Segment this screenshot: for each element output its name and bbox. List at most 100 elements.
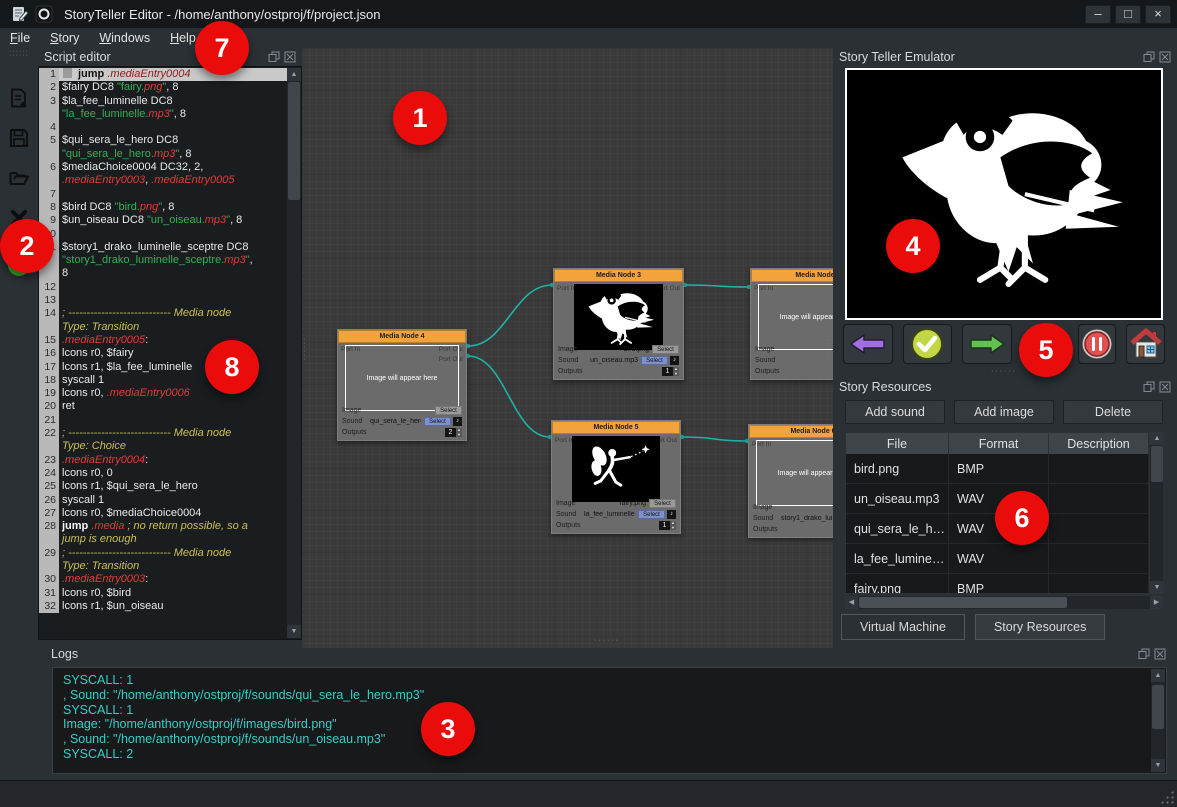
table-horizontal-scrollbar[interactable]: ◀ ▶ xyxy=(845,596,1163,609)
pause-button[interactable] xyxy=(1078,324,1117,364)
tab-virtual-machine[interactable]: Virtual Machine xyxy=(841,614,965,640)
close-panel-icon[interactable] xyxy=(1159,381,1171,393)
maximize-button[interactable]: □ xyxy=(1115,5,1141,24)
code-line[interactable]: 28jump .media ; no return possible, so a xyxy=(39,520,287,533)
code-line[interactable]: 29; ---------------------------- Media n… xyxy=(39,547,287,560)
titlebar[interactable]: StoryTeller Editor - /home/anthony/ostpr… xyxy=(0,0,1177,28)
table-row[interactable]: bird.pngBMP xyxy=(846,454,1149,484)
code-line[interactable]: 6$mediaChoice0004 DC32, 2, xyxy=(39,161,287,174)
scroll-up-icon[interactable]: ▲ xyxy=(1150,432,1164,445)
close-button[interactable]: × xyxy=(1145,5,1171,24)
code-line[interactable]: 8$bird DC8 "bird.png", 8 xyxy=(39,201,287,214)
code-line[interactable]: Type: Transition xyxy=(39,321,287,334)
code-line[interactable]: 27lcons r0, $mediaChoice0004 xyxy=(39,507,287,520)
code-line[interactable]: "story1_drako_luminelle_sceptre.mp3", xyxy=(39,254,287,267)
code-line[interactable]: 14; ---------------------------- Media n… xyxy=(39,307,287,320)
splitter-handle[interactable]: ······ xyxy=(991,370,1017,374)
code-line[interactable]: 30.mediaEntry0003: xyxy=(39,573,287,586)
code-line[interactable]: 23.mediaEntry0004: xyxy=(39,454,287,467)
select-image-button[interactable]: Select xyxy=(435,406,462,415)
tab-story-resources[interactable]: Story Resources xyxy=(975,614,1105,640)
column-header-file[interactable]: File xyxy=(846,433,949,454)
scroll-down-icon[interactable]: ▼ xyxy=(1151,759,1165,772)
code-line[interactable]: 9$un_oiseau DC8 "un_oiseau.mp3", 8 xyxy=(39,214,287,227)
outputs-spinner[interactable]: 2▲▼ xyxy=(445,428,462,437)
select-image-button[interactable]: Select xyxy=(652,345,679,354)
code-line[interactable]: 25lcons r1, $qui_sera_le_hero xyxy=(39,480,287,493)
spinner-arrows-icon[interactable]: ▲▼ xyxy=(670,521,676,530)
close-panel-icon[interactable] xyxy=(1159,51,1171,63)
code-line[interactable]: 24lcons r0, 0 xyxy=(39,467,287,480)
code-line[interactable]: jump is enough xyxy=(39,533,287,546)
minimize-button[interactable]: – xyxy=(1085,5,1111,24)
menu-item-help[interactable]: Help xyxy=(170,31,196,45)
media-node[interactable]: Media Node 3Port InPort OutImagebird.png… xyxy=(553,268,684,380)
logs-scrollbar[interactable]: ▲ ▼ xyxy=(1151,669,1165,772)
menu-item-windows[interactable]: Windows xyxy=(99,31,150,45)
code-line[interactable]: 11$story1_drako_luminelle_sceptre DC8 xyxy=(39,241,287,254)
code-line[interactable]: .mediaEntry0003, .mediaEntry0005 xyxy=(39,174,287,187)
select-sound-button[interactable]: Select xyxy=(641,356,668,365)
scroll-right-icon[interactable]: ▶ xyxy=(1150,596,1163,609)
menu-item-file[interactable]: File xyxy=(10,31,30,45)
spinner-arrows-icon[interactable]: ▲▼ xyxy=(673,367,679,376)
splitter-handle[interactable]: ······ xyxy=(827,335,830,359)
float-panel-icon[interactable] xyxy=(268,51,280,63)
code-line[interactable]: 31lcons r0, $bird xyxy=(39,587,287,600)
delete-button[interactable]: Delete xyxy=(1063,400,1163,424)
media-node[interactable]: Media NodePort InImage will appear hereI… xyxy=(750,268,833,380)
close-panel-icon[interactable] xyxy=(284,51,296,63)
scroll-left-icon[interactable]: ◀ xyxy=(845,596,858,609)
code-line[interactable]: Type: Transition xyxy=(39,560,287,573)
editor-scrollbar[interactable]: ▲ ▼ xyxy=(287,68,301,638)
code-line[interactable]: 19lcons r0, .mediaEntry0006 xyxy=(39,387,287,400)
spinner-arrows-icon[interactable]: ▲▼ xyxy=(456,428,462,437)
media-node[interactable]: Media Node 4Port InPort OutPort OutImage… xyxy=(337,329,467,441)
code-line[interactable]: 10 xyxy=(39,228,287,241)
code-line[interactable]: 5$qui_sera_le_hero DC8 xyxy=(39,134,287,147)
column-header-format[interactable]: Format xyxy=(949,433,1049,454)
float-panel-icon[interactable] xyxy=(1138,648,1150,660)
speaker-icon[interactable]: ♪ xyxy=(667,510,676,519)
float-panel-icon[interactable] xyxy=(1143,381,1155,393)
media-node[interactable]: Media Node 6Port InImage will appear her… xyxy=(748,424,833,538)
scroll-up-icon[interactable]: ▲ xyxy=(1151,669,1165,682)
code-line[interactable]: 1jump .mediaEntry0004 xyxy=(39,68,287,81)
splitter-handle[interactable]: ······ xyxy=(594,639,620,643)
float-panel-icon[interactable] xyxy=(1143,51,1155,63)
media-node[interactable]: Media Node 5Port InPort OutImagefairy.pn… xyxy=(551,420,681,534)
select-sound-button[interactable]: Select xyxy=(638,510,665,519)
confirm-check-button[interactable] xyxy=(903,324,953,364)
save-icon[interactable] xyxy=(7,126,31,150)
code-line[interactable]: 12 xyxy=(39,281,287,294)
code-line[interactable]: 26syscall 1 xyxy=(39,494,287,507)
menu-item-story[interactable]: Story xyxy=(50,31,79,45)
table-row[interactable]: fairy.pngBMP xyxy=(846,574,1149,594)
table-row[interactable]: la_fee_lumine…WAV xyxy=(846,544,1149,574)
outputs-spinner[interactable]: 1▲▼ xyxy=(662,367,679,376)
code-line[interactable]: 4 xyxy=(39,121,287,134)
select-image-button[interactable]: Select xyxy=(649,499,676,508)
code-line[interactable]: 20ret xyxy=(39,400,287,413)
column-header-description[interactable]: Description xyxy=(1049,433,1149,454)
code-line[interactable]: 22; ---------------------------- Media n… xyxy=(39,427,287,440)
code-line[interactable]: 8 xyxy=(39,267,287,280)
scroll-down-icon[interactable]: ▼ xyxy=(1150,581,1164,594)
node-graph-canvas[interactable]: Media Node 4Port InPort OutPort OutImage… xyxy=(302,48,833,648)
new-file-icon[interactable] xyxy=(7,86,31,110)
select-sound-button[interactable]: Select xyxy=(424,417,451,426)
code-line[interactable]: 13 xyxy=(39,294,287,307)
speaker-icon[interactable]: ♪ xyxy=(453,417,462,426)
code-line[interactable]: 21 xyxy=(39,414,287,427)
add-image-button[interactable]: Add image xyxy=(954,400,1054,424)
resize-grip[interactable] xyxy=(1160,790,1174,804)
add-sound-button[interactable]: Add sound xyxy=(845,400,945,424)
speaker-icon[interactable]: ♪ xyxy=(670,356,679,365)
code-line[interactable]: Type: Choice xyxy=(39,440,287,453)
code-line[interactable]: 7 xyxy=(39,188,287,201)
next-arrow-button[interactable] xyxy=(962,324,1012,364)
code-line[interactable]: "qui_sera_le_hero.mp3", 8 xyxy=(39,148,287,161)
code-line[interactable]: 15.mediaEntry0005: xyxy=(39,334,287,347)
splitter-handle[interactable]: ······ xyxy=(303,338,306,362)
open-folder-icon[interactable] xyxy=(7,166,31,190)
